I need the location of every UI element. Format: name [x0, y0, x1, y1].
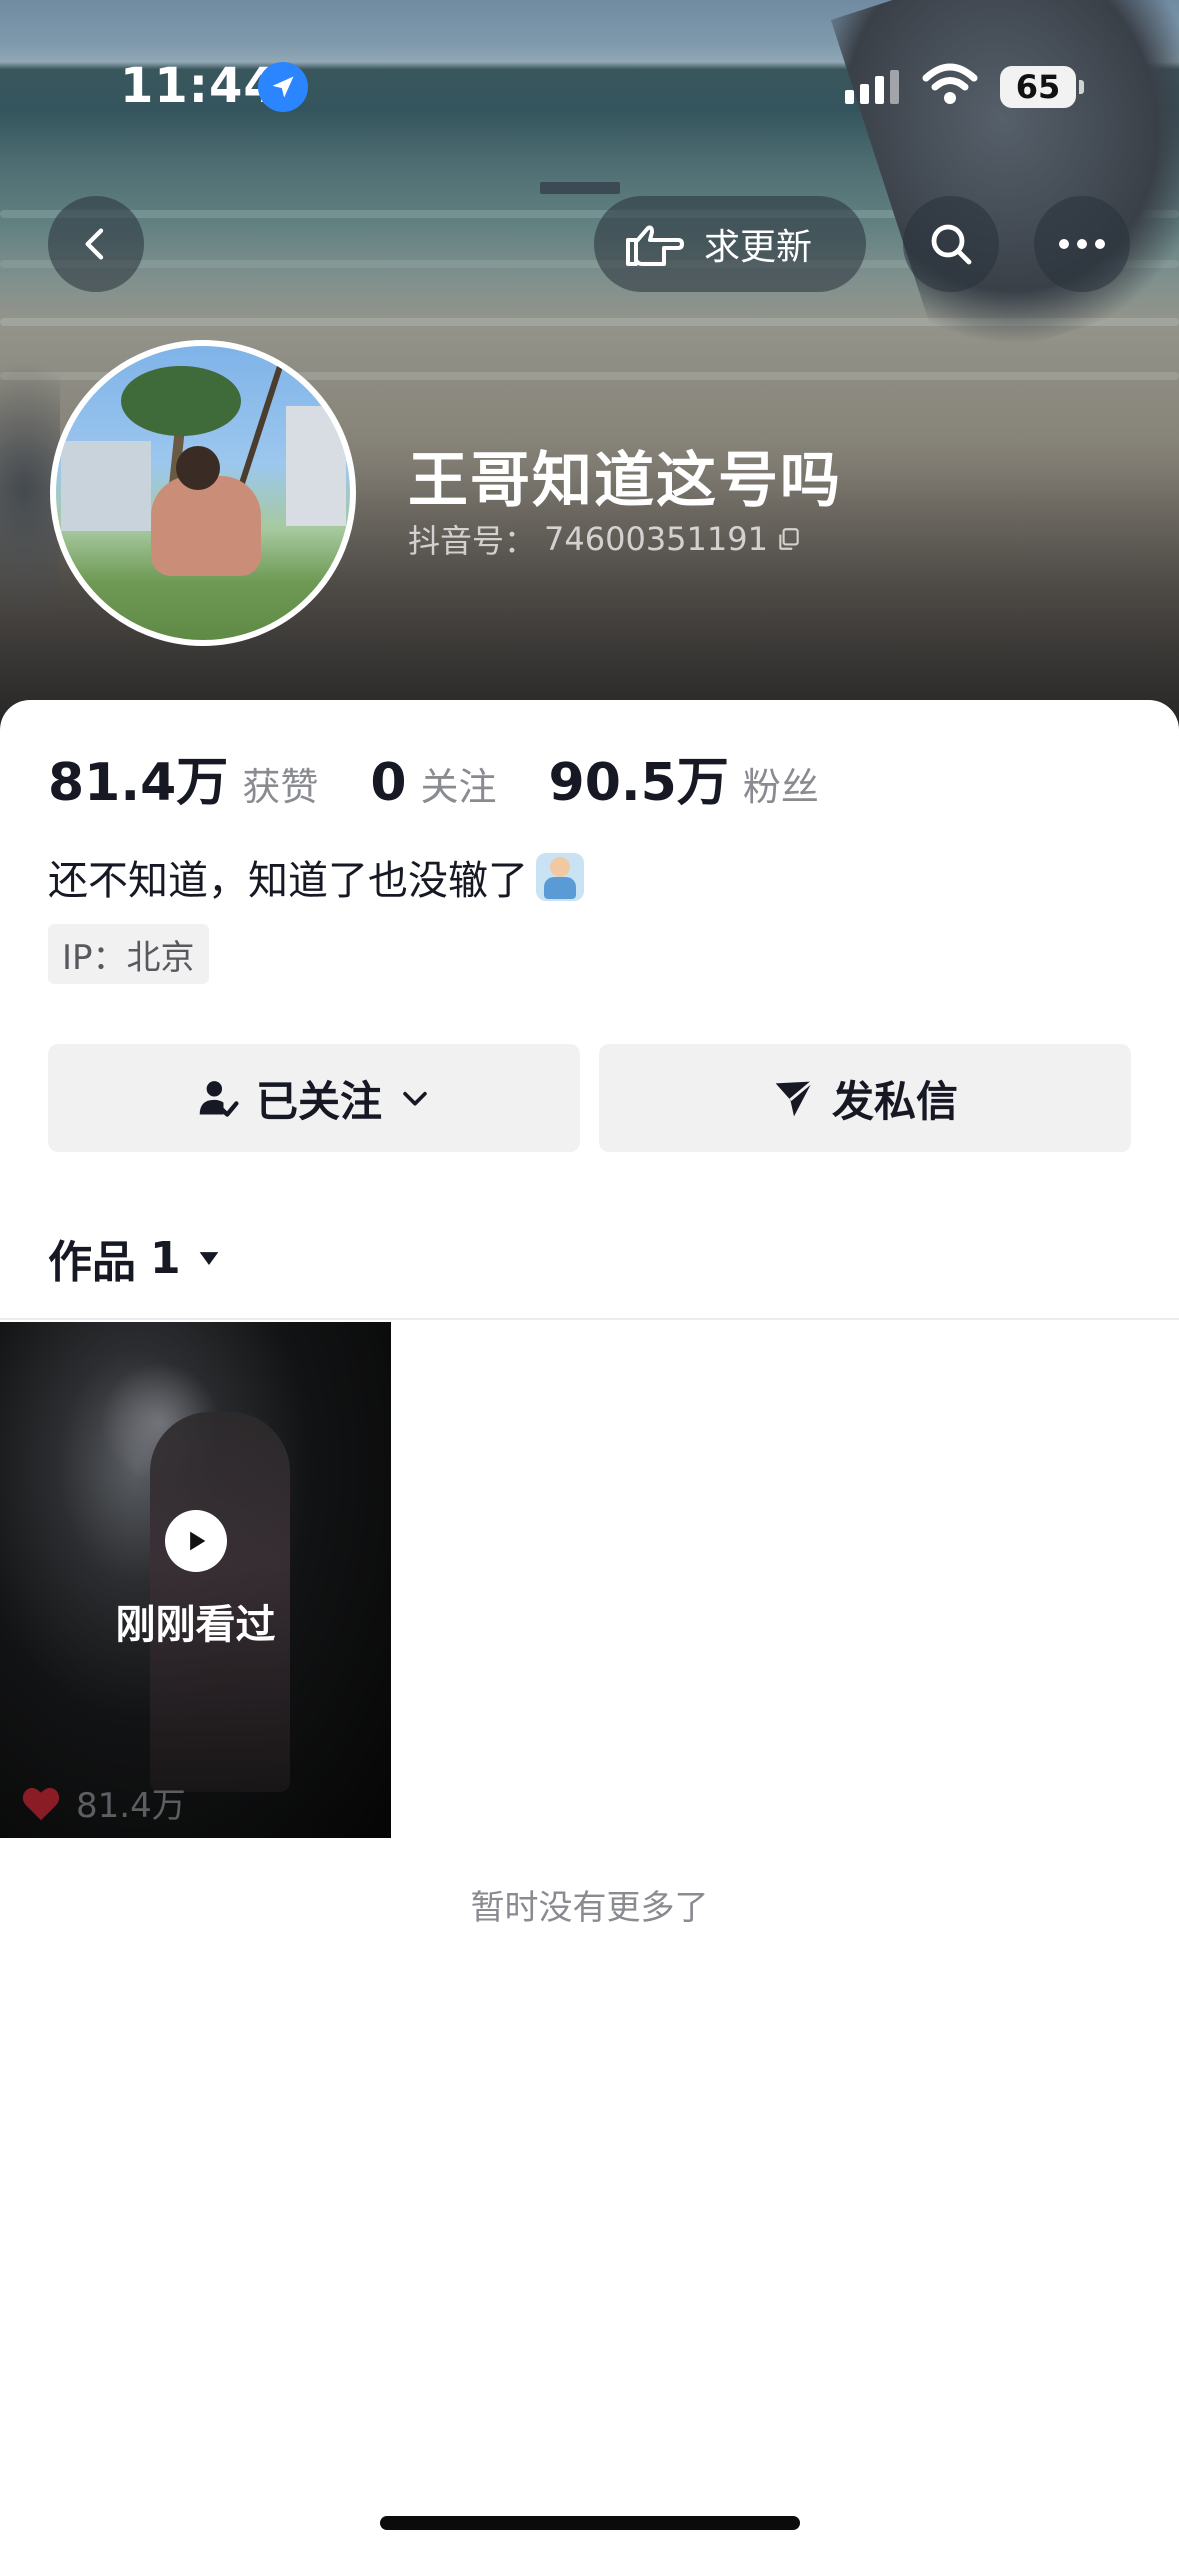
ip-location-tag: IP：北京 — [48, 924, 209, 984]
stat-followers-value: 90.5万 — [548, 753, 729, 813]
search-icon — [931, 224, 972, 265]
cellular-signal-icon — [845, 70, 899, 104]
battery-indicator: 65 — [1000, 66, 1084, 108]
chevron-left-icon — [85, 228, 104, 260]
douyin-id-label: 抖音号： — [408, 522, 537, 560]
stat-likes[interactable]: 81.4万 获赞 — [48, 740, 318, 815]
copy-icon[interactable] — [776, 526, 802, 552]
avatar[interactable] — [50, 340, 356, 646]
more-dots-icon — [1059, 239, 1105, 249]
send-message-label: 发私信 — [831, 1076, 958, 1126]
profile-name: 王哥知道这号吗 — [408, 446, 842, 516]
chevron-down-icon — [403, 1091, 427, 1106]
profile-bio: 还不知道，知道了也没辙了 — [48, 848, 584, 906]
stat-following-label: 关注 — [420, 765, 497, 809]
shrug-emoji — [536, 853, 584, 901]
stat-likes-value: 81.4万 — [48, 753, 229, 813]
caret-down-icon — [199, 1252, 218, 1265]
request-update-label: 求更新 — [704, 227, 813, 268]
stat-following[interactable]: 0 关注 — [370, 753, 496, 813]
status-time: 11:44 — [120, 58, 278, 114]
following-label: 已关注 — [255, 1076, 382, 1126]
tab-works[interactable]: 作品 1 — [48, 1226, 223, 1290]
stat-following-value: 0 — [370, 753, 407, 813]
user-check-icon — [199, 1081, 239, 1117]
ship-on-horizon — [540, 182, 620, 194]
no-more-content-label: 暂时没有更多了 — [470, 1888, 709, 1928]
paper-plane-icon — [775, 1080, 814, 1117]
profile-stats: 81.4万 获赞 0 关注 90.5万 粉丝 — [48, 740, 871, 815]
stat-followers[interactable]: 90.5万 粉丝 — [549, 740, 819, 815]
play-icon — [165, 1510, 227, 1572]
location-arrow-icon — [258, 62, 308, 112]
stat-likes-label: 获赞 — [242, 765, 319, 809]
douyin-id-row[interactable]: 抖音号： 74600351191 — [408, 516, 802, 562]
stat-followers-label: 粉丝 — [742, 765, 819, 809]
video-thumbnail[interactable]: 刚刚看过 81.4万 — [0, 1322, 391, 1838]
heart-icon — [22, 1787, 60, 1820]
following-button[interactable]: 已关注 — [48, 1044, 580, 1152]
request-update-button[interactable]: 求更新 — [594, 196, 866, 292]
video-likes: 81.4万 — [20, 1778, 186, 1827]
bio-text: 还不知道，知道了也没辙了 — [48, 858, 528, 904]
search-button[interactable] — [903, 196, 999, 292]
more-options-button[interactable] — [1034, 196, 1130, 292]
douyin-id-value: 74600351191 — [544, 520, 768, 558]
tab-works-label: 作品 — [48, 1237, 136, 1288]
tab-divider — [0, 1318, 1179, 1320]
wifi-icon — [922, 62, 978, 110]
status-bar: 11:44 65 — [0, 0, 1179, 150]
video-likes-count: 81.4万 — [76, 1786, 186, 1826]
tab-works-count: 1 — [150, 1232, 181, 1284]
home-indicator[interactable] — [380, 2516, 800, 2530]
recently-watched-label: 刚刚看过 — [115, 1602, 276, 1648]
pointing-hand-icon — [626, 225, 684, 266]
back-button[interactable] — [48, 196, 144, 292]
send-message-button[interactable]: 发私信 — [599, 1044, 1131, 1152]
